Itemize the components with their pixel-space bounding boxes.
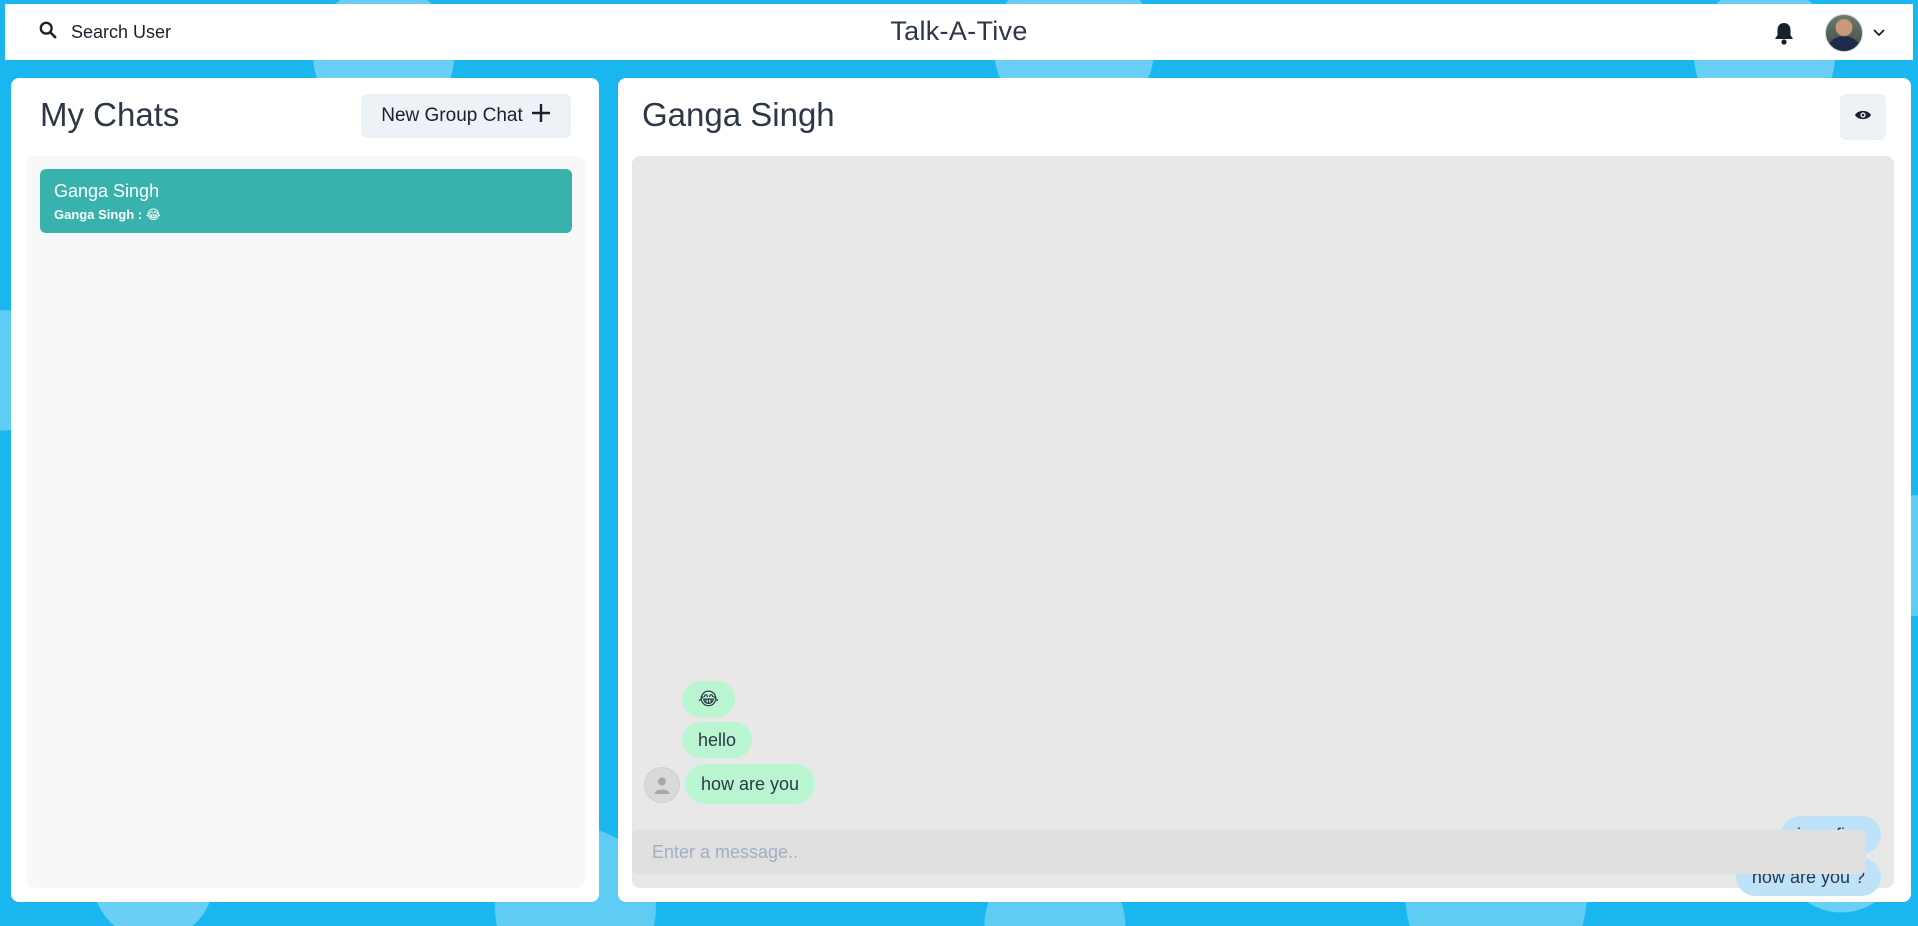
chat-list: Ganga Singh Ganga Singh : 😂 xyxy=(27,156,585,888)
chat-title: Ganga Singh xyxy=(642,96,835,133)
bell-icon[interactable] xyxy=(1773,21,1797,45)
my-chats-panel: My Chats New Group Chat Ganga Singh Gang… xyxy=(11,78,599,902)
top-bar: Search User Talk-A-Tive xyxy=(5,4,1913,60)
message-input[interactable] xyxy=(632,830,1866,874)
chat-name: Ganga Singh xyxy=(54,181,160,201)
messages-area: 😂 hello how are you i am fine how are yo… xyxy=(632,156,1894,896)
new-group-chat-button[interactable]: New Group Chat xyxy=(361,94,571,138)
avatar xyxy=(1825,14,1863,52)
message-bubble: 😂 xyxy=(682,681,736,717)
view-profile-button[interactable] xyxy=(1840,94,1886,140)
eye-icon xyxy=(1854,108,1872,126)
my-chats-title: My Chats xyxy=(40,96,180,133)
chat-list-item[interactable]: Ganga Singh Ganga Singh : 😂 xyxy=(40,169,572,233)
new-group-chat-label: New Group Chat xyxy=(381,105,523,126)
app-title: Talk-A-Tive xyxy=(890,16,1028,46)
search-user-label: Search User xyxy=(71,21,172,42)
chevron-down-icon xyxy=(1873,24,1885,42)
search-icon xyxy=(39,21,57,44)
search-user-button[interactable]: Search User xyxy=(27,14,183,50)
message-bubble: how are you xyxy=(685,764,816,804)
chat-panel: Ganga Singh 😂 hello how are you i am fin… xyxy=(618,78,1911,902)
latest-message: Ganga Singh : 😂 xyxy=(54,207,161,222)
sender-avatar xyxy=(644,767,680,803)
plus-icon xyxy=(531,103,551,129)
message-bubble: hello xyxy=(682,722,753,758)
profile-menu-button[interactable] xyxy=(1825,13,1885,53)
